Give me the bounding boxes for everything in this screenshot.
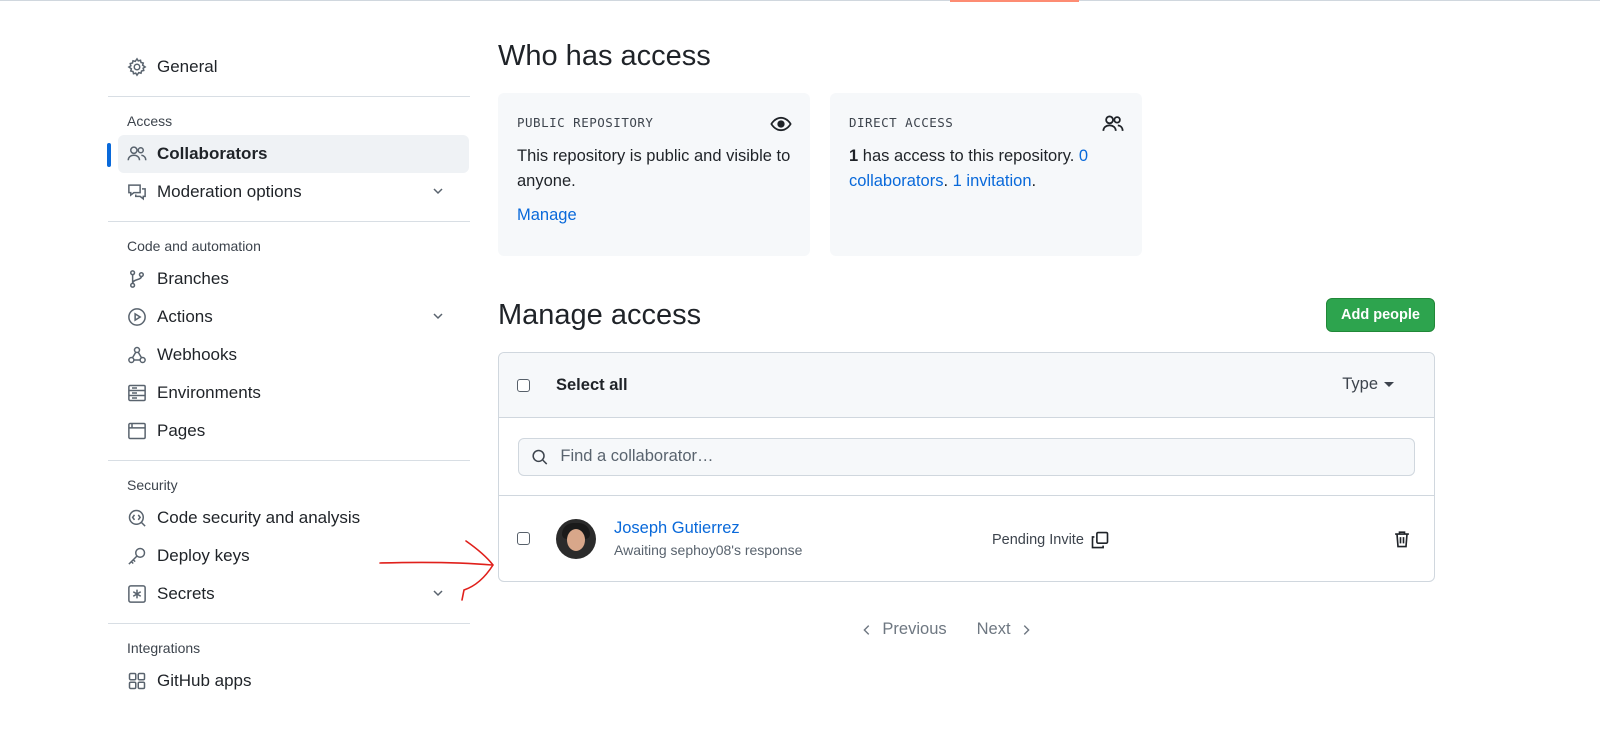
manage-visibility-link[interactable]: Manage [517,206,791,225]
user-info: Joseph Gutierrez Awaiting sephoy08's res… [614,519,802,558]
divider [108,460,470,461]
sidebar-item-label: Environments [157,383,261,402]
sidebar-item-label: General [157,57,218,76]
sidebar-item-webhooks[interactable]: Webhooks [108,336,470,374]
add-people-button[interactable]: Add people [1326,298,1435,332]
sidebar-item-label: Pages [157,421,206,440]
card-text: This repository is public and visible to… [517,147,791,190]
manage-access-header: Manage access Add people [498,298,1435,332]
sidebar-item-label: Moderation options [157,182,302,201]
pagination: Previous Next [498,620,1435,639]
webhook-icon [127,345,147,365]
invite-status-text: Awaiting sephoy08's response [614,542,803,558]
settings-sidebar: General Access Collaborators Moderation … [107,48,470,700]
card-text: 1 has access to this repository. 0 colla… [849,144,1123,194]
key-icon [127,546,147,566]
access-count: 1 [849,147,859,165]
card-title: DIRECT ACCESS [849,115,954,130]
search-bar [499,418,1434,496]
chevron-down-icon[interactable] [430,183,446,199]
divider [108,221,470,222]
asterisk-icon [127,584,147,604]
section-heading-access: Access [127,113,173,129]
copy-icon[interactable] [1090,530,1110,550]
trash-icon[interactable] [1392,529,1412,549]
access-cards: PUBLIC REPOSITORY This repository is pub… [498,93,1435,256]
sidebar-item-label: Deploy keys [157,546,250,565]
select-all-label: Select all [556,375,628,394]
browser-icon [127,421,147,441]
section-heading-integrations: Integrations [127,640,201,656]
sidebar-item-environments[interactable]: Environments [108,374,470,412]
next-page-button[interactable]: Next [977,620,1033,639]
sidebar-item-github-apps[interactable]: GitHub apps [108,662,470,700]
sidebar-item-code-security[interactable]: Code security and analysis [108,499,470,537]
divider [108,623,470,624]
user-name-link[interactable]: Joseph Gutierrez [614,519,802,538]
manage-access-title: Manage access [498,298,702,331]
sidebar-item-label: Code security and analysis [157,508,361,527]
sidebar-item-actions[interactable]: Actions [108,298,470,336]
server-icon [127,383,147,403]
top-border [0,0,1600,1]
separator-text: . [943,172,953,190]
sidebar-item-moderation-options[interactable]: Moderation options [108,173,470,211]
eye-icon [770,116,792,132]
codescan-icon [127,508,147,528]
annotation-arrow [379,540,494,601]
sidebar-item-general[interactable]: General [108,48,470,86]
chevron-left-icon [863,624,870,635]
access-text: has access to this repository. [858,147,1079,165]
card-title: PUBLIC REPOSITORY [517,115,654,130]
people-icon [127,144,147,164]
play-icon [127,307,147,327]
search-wrapper [518,437,1415,476]
sidebar-item-collaborators[interactable]: Collaborators [107,135,469,173]
avatar [556,518,596,559]
invitation-link[interactable]: 1 invitation [953,172,1032,190]
previous-label: Previous [882,620,947,638]
people-icon [1102,115,1124,131]
divider [108,96,470,97]
gear-icon [127,57,147,77]
sidebar-item-label: Secrets [157,584,215,603]
sidebar-item-pages[interactable]: Pages [108,412,470,450]
type-filter-dropdown[interactable]: Type [1342,375,1394,394]
chevron-right-icon [1023,624,1030,635]
sidebar-item-label: Webhooks [157,345,238,364]
comment-discussion-icon [127,182,147,202]
public-repository-card: PUBLIC REPOSITORY This repository is pub… [498,93,810,256]
sidebar-item-label: Branches [157,269,229,288]
direct-access-card: DIRECT ACCESS 1 has access to this repos… [830,93,1142,256]
type-filter-label: Type [1342,375,1378,393]
sidebar-item-label: Collaborators [157,144,268,163]
find-collaborator-input[interactable] [558,446,1402,467]
chevron-down-icon[interactable] [430,308,446,324]
git-branch-icon [127,269,147,289]
row-checkbox[interactable] [517,532,530,545]
apps-icon [127,671,147,691]
caret-down-icon [1384,382,1394,387]
pending-invite: Pending Invite [992,530,1110,550]
sidebar-item-label: GitHub apps [157,671,252,690]
select-all-checkbox[interactable] [517,378,530,392]
collaborators-box: Select all Type Joseph Gutierrez Awaitin… [498,352,1435,582]
section-heading-code-automation: Code and automation [127,238,261,254]
previous-page-button[interactable]: Previous [860,620,947,639]
main-content: Who has access PUBLIC REPOSITORY This re… [498,40,1435,639]
sidebar-item-branches[interactable]: Branches [108,260,470,298]
collaborators-box-header: Select all Type [499,353,1434,418]
collaborator-row: Joseph Gutierrez Awaiting sephoy08's res… [499,496,1434,581]
end-text: . [1031,172,1037,190]
sidebar-item-label: Actions [157,307,213,326]
section-heading-security: Security [127,477,178,493]
who-has-access-title: Who has access [498,40,711,72]
next-label: Next [976,620,1011,638]
active-tab-indicator [950,0,1079,2]
search-icon [532,449,548,465]
pending-invite-label: Pending Invite [992,532,1084,548]
